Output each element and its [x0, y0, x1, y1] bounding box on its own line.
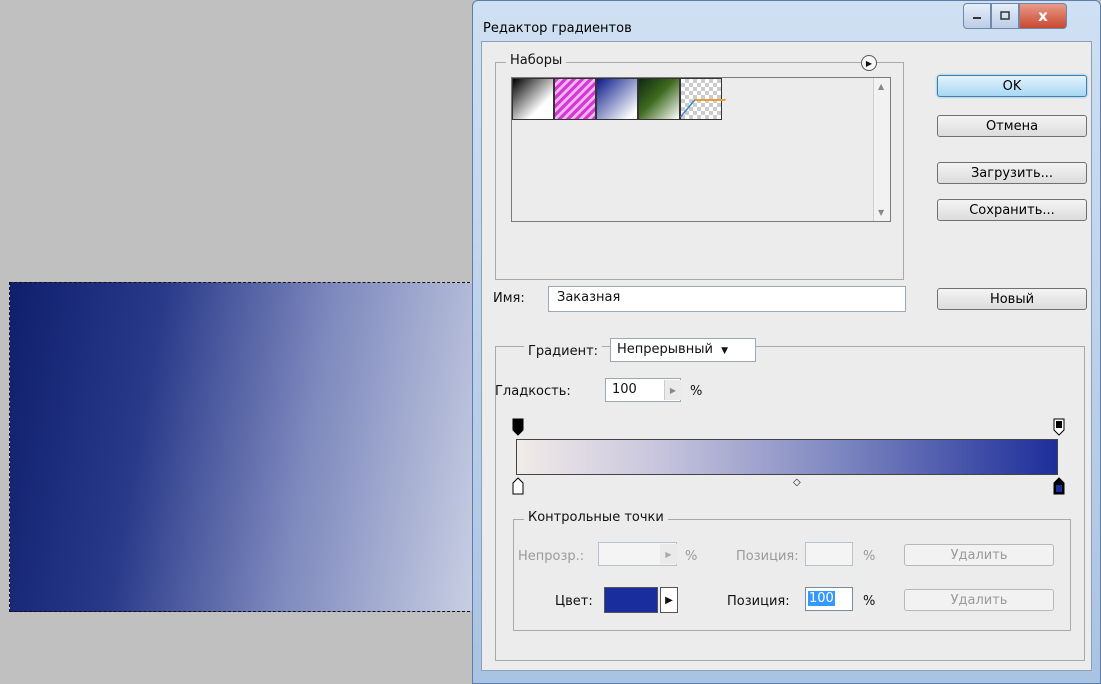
- title-bar[interactable]: Редактор градиентов x: [473, 1, 1100, 41]
- color-swatch[interactable]: [604, 587, 658, 613]
- opacity-position-input: [805, 542, 853, 566]
- close-icon: x: [1038, 7, 1048, 25]
- load-button[interactable]: Загрузить...: [937, 162, 1087, 184]
- document-canvas[interactable]: [0, 0, 475, 684]
- opacity-unit: %: [685, 549, 698, 564]
- color-menu-icon[interactable]: ▶: [660, 587, 678, 613]
- preset-swatch[interactable]: [554, 78, 596, 120]
- maximize-button[interactable]: [991, 3, 1019, 29]
- close-button[interactable]: x: [1019, 3, 1067, 29]
- stops-legend: Контрольные точки: [524, 510, 668, 525]
- presets-scrollbar[interactable]: ▲ ▼: [873, 78, 890, 221]
- minimize-icon: [973, 17, 981, 19]
- preset-swatch[interactable]: [680, 78, 722, 120]
- preset-swatch[interactable]: [512, 78, 554, 120]
- name-label: Имя:: [493, 291, 525, 306]
- preset-swatch[interactable]: [596, 78, 638, 120]
- gradient-type-select[interactable]: Непрерывный ▼: [610, 338, 756, 362]
- gradient-preview-bar[interactable]: [516, 439, 1058, 475]
- color-stop-left[interactable]: [512, 477, 524, 495]
- play-circle-icon[interactable]: ▶: [861, 55, 877, 71]
- color-position-value: 100: [808, 591, 835, 606]
- scroll-down-icon[interactable]: ▼: [878, 208, 884, 217]
- presets-group: Наборы ▶ ▲ ▼: [495, 53, 904, 280]
- smoothness-slider-icon[interactable]: ▶: [664, 380, 681, 400]
- opacity-delete-button: Удалить: [904, 544, 1054, 566]
- color-label: Цвет:: [555, 594, 593, 609]
- gradient-editor-dialog: Редактор градиентов x Наборы ▶ ▲ ▼ OK От…: [472, 0, 1101, 684]
- save-button[interactable]: Сохранить...: [937, 199, 1087, 221]
- name-input[interactable]: Заказная: [548, 286, 906, 312]
- opacity-position-unit: %: [863, 549, 876, 564]
- opacity-label: Непрозр.:: [518, 549, 585, 564]
- preset-swatch[interactable]: [638, 78, 680, 120]
- smoothness-label: Гладкость:: [495, 384, 571, 399]
- cancel-button[interactable]: Отмена: [937, 115, 1087, 137]
- scroll-up-icon[interactable]: ▲: [878, 82, 884, 91]
- opacity-stop-left[interactable]: [512, 418, 524, 436]
- new-button[interactable]: Новый: [937, 288, 1087, 310]
- color-stop-right[interactable]: [1053, 477, 1065, 495]
- smoothness-unit: %: [690, 384, 703, 399]
- midpoint-marker[interactable]: ◇: [793, 477, 801, 488]
- stops-group: Контрольные точки: [513, 510, 1071, 631]
- ok-button[interactable]: OK: [937, 75, 1087, 97]
- opacity-position-label: Позиция:: [736, 549, 799, 564]
- color-delete-button[interactable]: Удалить: [904, 589, 1054, 611]
- opacity-slider-icon: ▶: [660, 544, 677, 564]
- maximize-icon: [1000, 11, 1010, 20]
- gradient-type-value: Непрерывный: [617, 342, 713, 357]
- gradient-type-label: Градиент:: [524, 344, 603, 359]
- minimize-button[interactable]: [963, 3, 991, 29]
- color-position-input[interactable]: 100: [805, 587, 853, 611]
- color-position-label: Позиция:: [727, 594, 790, 609]
- dialog-content: Наборы ▶ ▲ ▼ OK Отмена Загрузить... Сохр…: [481, 41, 1092, 671]
- color-position-unit: %: [863, 594, 876, 609]
- presets-list[interactable]: ▲ ▼: [511, 77, 891, 222]
- gradient-selection[interactable]: [9, 282, 475, 612]
- dialog-title: Редактор градиентов: [483, 21, 632, 36]
- opacity-stop-right[interactable]: [1053, 418, 1065, 436]
- presets-legend: Наборы: [506, 53, 567, 68]
- chevron-down-icon: ▼: [721, 346, 728, 356]
